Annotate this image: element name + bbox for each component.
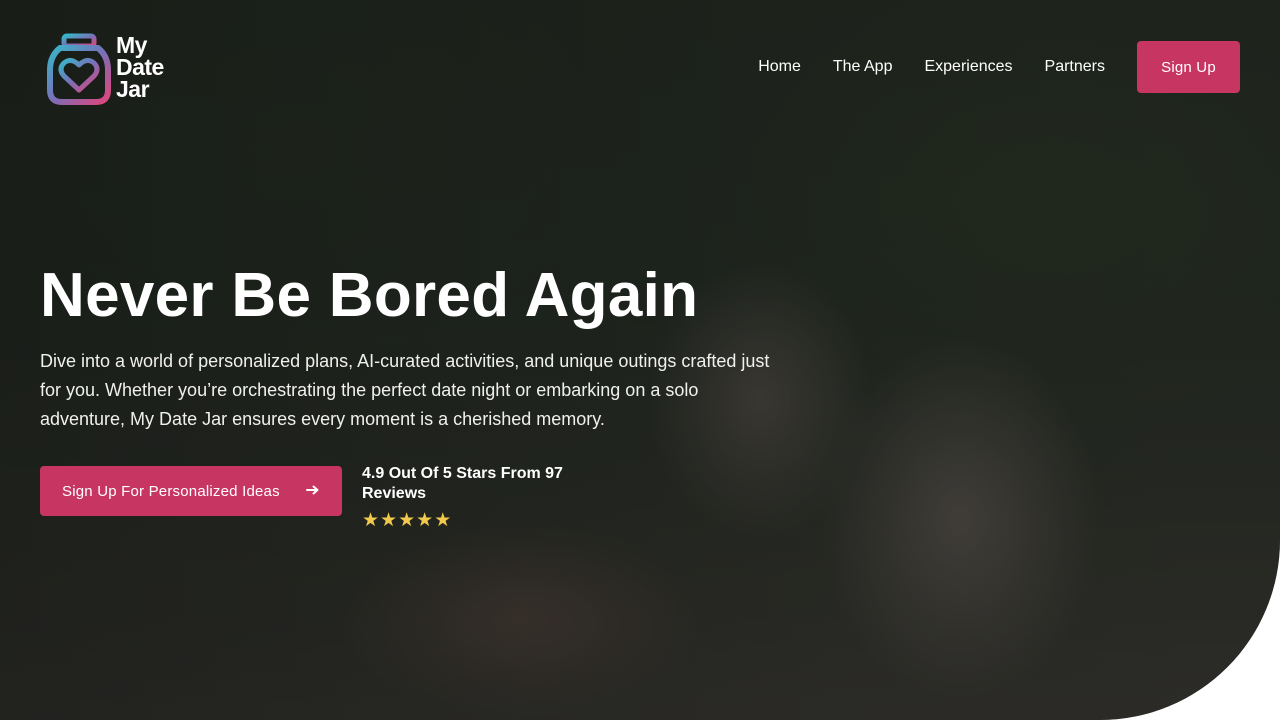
star-icon: ★	[362, 509, 380, 531]
brand-logo[interactable]: My Date Jar	[46, 32, 196, 108]
hero-headline: Never Be Bored Again	[40, 261, 699, 330]
reviews-rating: 4.9 Out Of 5 Stars From 97 Reviews ★ ★ ★…	[362, 464, 602, 530]
star-icon: ★	[398, 509, 416, 531]
star-icon: ★	[380, 509, 398, 531]
personalized-ideas-button[interactable]: Sign Up For Personalized Ideas	[40, 466, 342, 516]
nav-link-home[interactable]: Home	[758, 58, 801, 76]
star-icon: ★	[434, 509, 452, 531]
hero-section: My Date Jar Home The App Experiences Par…	[0, 0, 1280, 720]
brand-name-line2: Date	[116, 54, 164, 80]
brand-name-line1: My	[116, 32, 147, 58]
sign-up-button[interactable]: Sign Up	[1137, 41, 1240, 93]
brand-wordmark: My Date Jar	[116, 32, 196, 102]
nav-link-partners[interactable]: Partners	[1045, 58, 1105, 76]
rating-text: 4.9 Out Of 5 Stars From 97 Reviews	[362, 465, 563, 502]
main-nav: Home The App Experiences Partners Sign U…	[758, 41, 1240, 93]
heart-jar-icon	[47, 33, 111, 105]
star-rating: ★ ★ ★ ★ ★	[362, 510, 602, 530]
nav-link-the-app[interactable]: The App	[833, 58, 893, 76]
arrow-right-icon	[306, 485, 319, 495]
brand-name-line3: Jar	[116, 76, 150, 102]
nav-link-experiences[interactable]: Experiences	[924, 58, 1012, 76]
star-icon: ★	[416, 509, 434, 531]
site-header: My Date Jar Home The App Experiences Par…	[0, 0, 1280, 134]
cta-label: Sign Up For Personalized Ideas	[62, 482, 280, 500]
hero-subcopy: Dive into a world of personalized plans,…	[40, 351, 770, 429]
